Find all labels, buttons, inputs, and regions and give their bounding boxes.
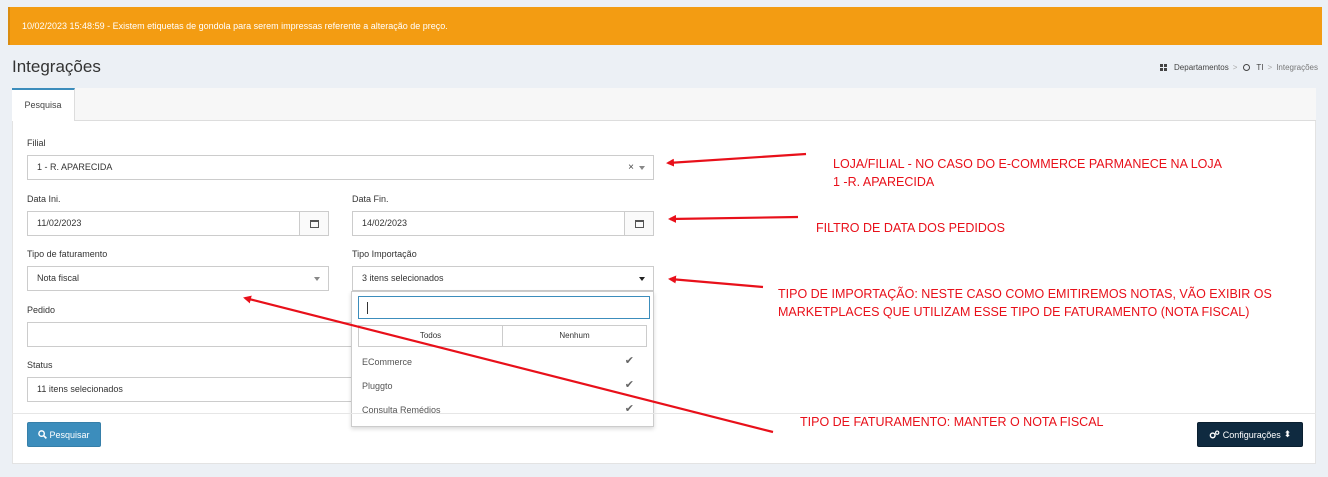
arrow-data [668,214,799,223]
annotation-arrows [243,152,807,434]
arrow-faturamento [243,295,774,434]
arrow-importacao [668,275,764,289]
arrow-filial [666,152,807,167]
